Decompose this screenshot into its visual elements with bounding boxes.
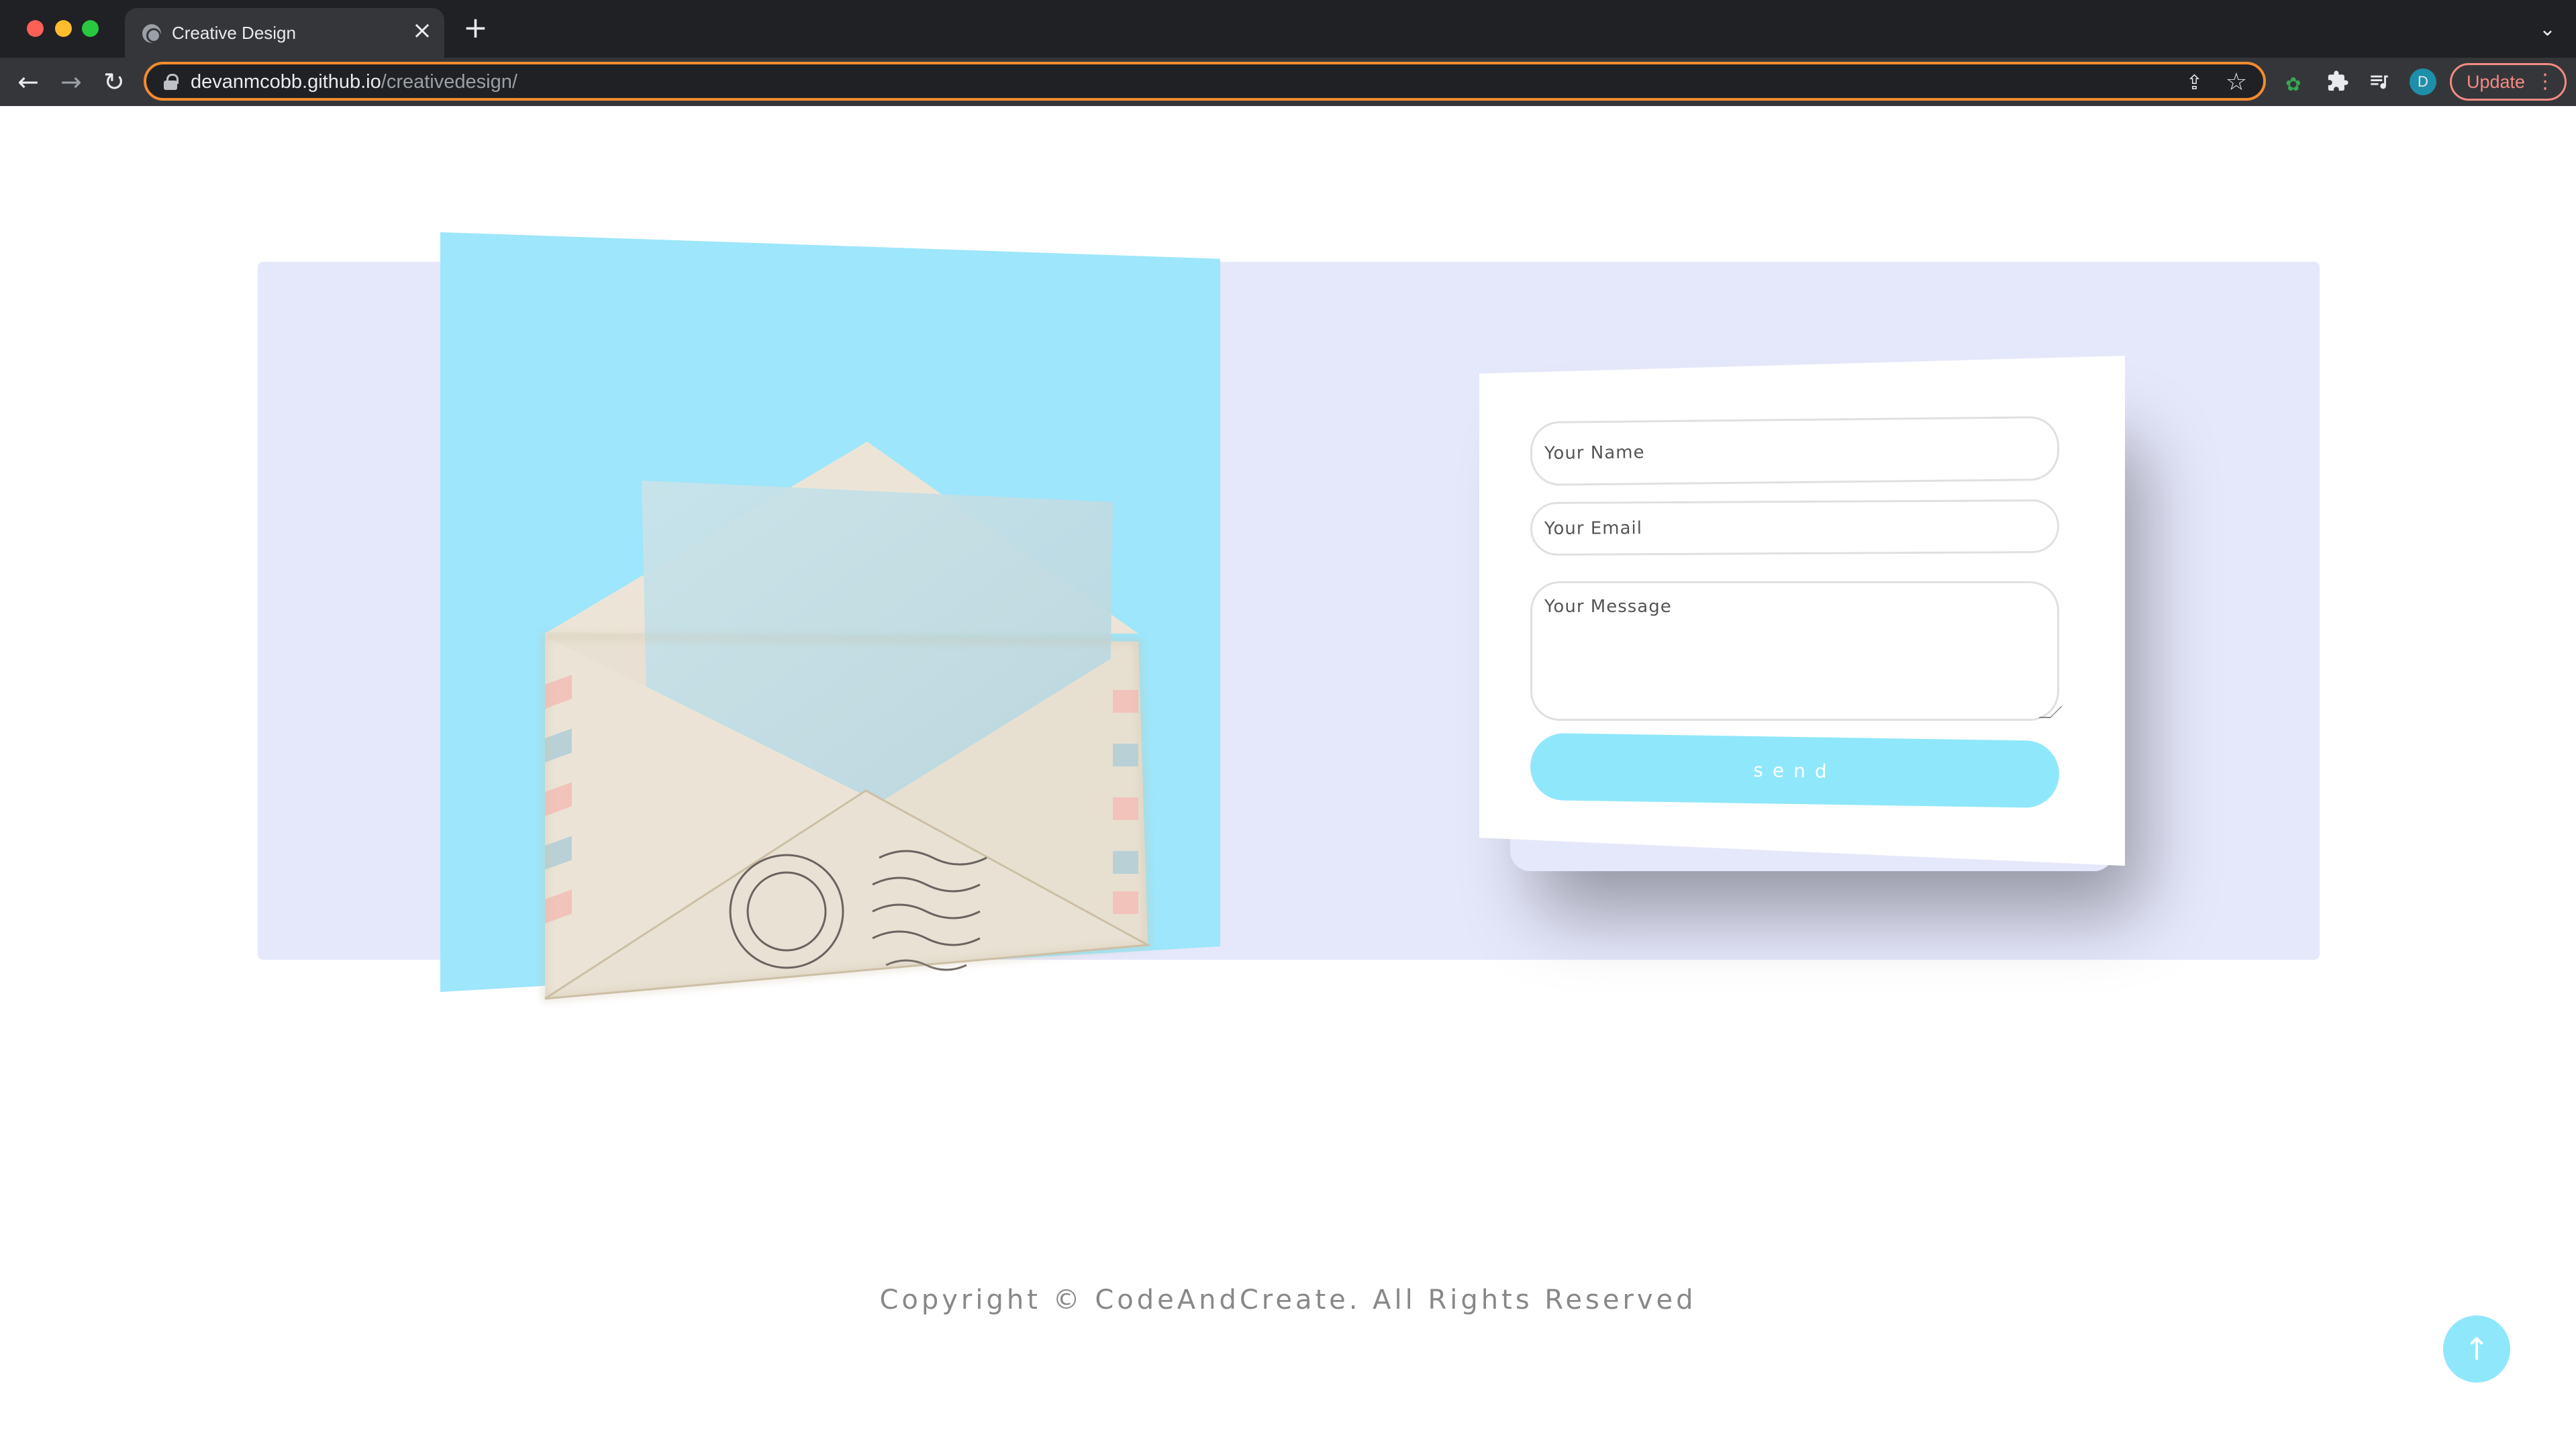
more-menu-icon[interactable]: ⋮ <box>2535 65 2555 99</box>
close-window-button[interactable] <box>27 20 44 37</box>
tab-search-icon[interactable]: ⌄ <box>2539 17 2556 41</box>
bookmark-star-icon[interactable]: ☆ <box>2226 68 2247 96</box>
media-control-icon[interactable] <box>2368 70 2391 97</box>
send-button[interactable]: send <box>1530 732 2060 809</box>
arrow-up-icon: ↑ <box>2463 1331 2490 1367</box>
minimize-window-button[interactable] <box>55 20 72 37</box>
url-path: /creativedesign/ <box>381 71 517 93</box>
back-to-top-button[interactable]: ↑ <box>2443 1315 2510 1383</box>
forward-button[interactable]: → <box>60 68 82 95</box>
tab-strip: Creative Design × + ⌄ <box>0 0 2576 58</box>
browser-toolbar: ← → ↻ devanmcobb.github.io/creativedesig… <box>0 58 2576 106</box>
envelope-illustration <box>543 442 1152 1001</box>
footer-copyright: Copyright © CodeAndCreate. All Rights Re… <box>879 1285 1697 1315</box>
new-tab-button[interactable]: + <box>463 13 488 43</box>
lock-icon[interactable] <box>164 74 179 90</box>
email-input[interactable] <box>1530 499 2060 556</box>
extensions-puzzle-icon[interactable] <box>2326 70 2349 97</box>
maximize-window-button[interactable] <box>82 20 99 37</box>
browser-chrome: Creative Design × + ⌄ ← → ↻ devanmcobb.g… <box>0 0 2576 106</box>
tab-creative-design[interactable]: Creative Design × <box>125 8 444 58</box>
update-button[interactable]: Update ⋮ <box>2450 63 2567 101</box>
message-textarea[interactable] <box>1530 581 2059 721</box>
extension-paw-icon[interactable]: ✿ <box>2285 72 2301 97</box>
name-input[interactable] <box>1530 415 2060 487</box>
profile-avatar[interactable]: D <box>2410 68 2436 95</box>
tab-title: Creative Design <box>172 23 296 43</box>
reload-button[interactable]: ↻ <box>103 68 125 95</box>
globe-icon <box>142 24 161 43</box>
close-tab-icon[interactable]: × <box>412 17 432 44</box>
playlist-icon <box>2371 75 2388 89</box>
address-bar[interactable]: devanmcobb.github.io/creativedesign/ ⇪ ☆ <box>144 62 2266 101</box>
url-host: devanmcobb.github.io <box>191 71 381 93</box>
update-label: Update <box>2467 72 2526 92</box>
back-button[interactable]: ← <box>17 68 39 95</box>
url-text[interactable]: devanmcobb.github.io/creativedesign/ <box>191 71 517 93</box>
page-content: send Copyright © CodeAndCreate. All Righ… <box>0 106 2576 1447</box>
share-icon[interactable]: ⇪ <box>2186 71 2203 95</box>
puzzle-icon <box>2328 70 2348 91</box>
